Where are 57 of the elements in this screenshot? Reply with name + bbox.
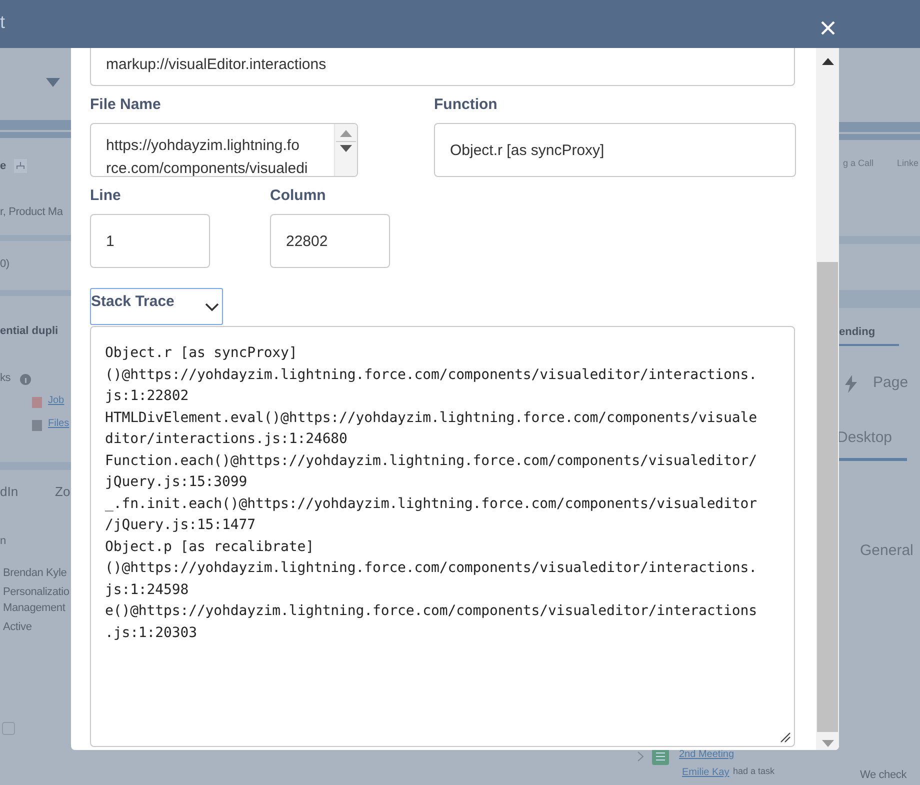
background-band xyxy=(0,462,71,470)
chevron-icon[interactable] xyxy=(637,751,645,762)
scroll-up-icon[interactable] xyxy=(822,58,834,66)
resize-handle-icon[interactable] xyxy=(780,732,791,743)
link[interactable]: Job xyxy=(48,395,64,406)
field-label: Column xyxy=(270,187,327,205)
line-field[interactable]: 1 xyxy=(90,214,210,268)
close-icon xyxy=(820,20,836,36)
field-label: Function xyxy=(434,96,498,114)
scrollbar-thumb[interactable] xyxy=(817,262,838,732)
field-label: Line xyxy=(90,187,122,205)
section-heading: e xyxy=(0,160,6,172)
background-text: n xyxy=(0,535,6,547)
background-text: We check xyxy=(860,769,906,781)
link[interactable]: Files xyxy=(48,418,70,429)
scrollbar[interactable] xyxy=(816,48,839,750)
hierarchy-icon xyxy=(14,159,27,173)
info-icon xyxy=(20,374,31,385)
component-field[interactable]: markup://visualEditor.interactions xyxy=(90,48,795,86)
background-band xyxy=(839,458,907,461)
section-heading: ential dupli xyxy=(0,325,58,337)
file-name-field[interactable]: https://yohdayzim.lightning.fo rce.com/components/visualedi xyxy=(90,123,358,177)
lightning-icon xyxy=(845,375,857,393)
function-field[interactable]: Object.r [as syncProxy] xyxy=(434,123,796,177)
background-band xyxy=(0,132,71,138)
chevron-down-icon xyxy=(205,303,219,312)
background-text: Active xyxy=(3,621,32,633)
dropdown-arrow-icon[interactable] xyxy=(46,78,60,88)
heading: General xyxy=(860,542,914,559)
stack-trace-dropdown[interactable]: Stack Trace xyxy=(90,288,223,325)
background-text: 0) xyxy=(0,258,10,270)
activity-text: had a task xyxy=(733,766,775,776)
document-icon xyxy=(32,397,42,408)
link[interactable]: 2nd Meeting xyxy=(679,749,734,760)
background-text: Brendan Kyle xyxy=(3,567,67,579)
button-label[interactable]: Linke xyxy=(897,158,919,168)
background-band xyxy=(0,235,71,241)
section-heading: ending xyxy=(839,326,876,338)
checkbox-icon[interactable] xyxy=(2,722,15,735)
button-label[interactable]: g a Call xyxy=(843,158,874,168)
tab-label[interactable]: Zo xyxy=(55,484,70,499)
heading: Page xyxy=(873,374,908,391)
tab-label[interactable]: dIn xyxy=(0,484,18,499)
background-band xyxy=(0,120,71,130)
background-text: ks xyxy=(0,372,11,384)
background-text: r, Product Ma xyxy=(0,206,63,218)
background-band xyxy=(0,290,71,296)
field-label: File Name xyxy=(90,96,162,114)
page-title: t xyxy=(0,12,6,33)
column-field[interactable]: 22802 xyxy=(270,214,390,268)
background-text: Personalizatio xyxy=(3,586,70,598)
stack-trace-textarea[interactable]: Object.r [as syncProxy] ()@https://yohdayzim.lightning.force.com/components/visualeditor/interactions. js:1:22802 HTMLDivElement.eval()@https://yohdayzim.lightning.force.com/components/visuale ditor/interactions.js:1:24680 Function.each()@https://yohdayzim.lightning.force.com/components/visualeditor/ jQuery.js:15:3099 _.fn.init.each()@https://yohdayzim.lightning.force.com/components/visualeditor /jQuery.js:15:1477 Object.p [as recalibrate] ()@https://yohdayzim.lightning.force.com/components/visualeditor/interactions. js:1:24598 e()@https://yohdayzim.lightning.force.com/components/visualeditor/interactions .js:1:20303 xyxy=(90,326,795,747)
close-button[interactable] xyxy=(820,20,836,36)
scroll-down-icon[interactable] xyxy=(340,145,352,153)
link[interactable]: Emilie Kay xyxy=(682,767,730,778)
background-text: Management xyxy=(3,602,66,614)
file-icon xyxy=(32,420,42,431)
